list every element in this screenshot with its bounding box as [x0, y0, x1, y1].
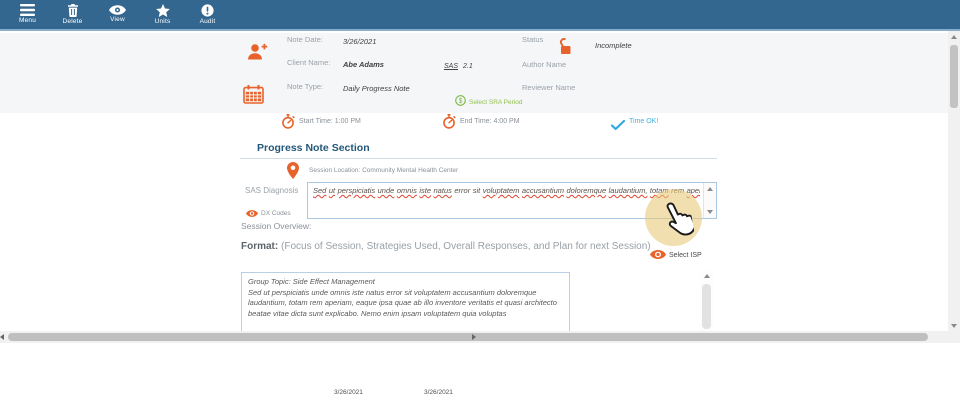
- select-isp-button[interactable]: Select ISP: [650, 246, 702, 264]
- scroll-right-icon[interactable]: [472, 334, 476, 340]
- select-sra-label: Select SRA Period: [469, 99, 522, 106]
- end-time-value[interactable]: End Time: 4:00 PM: [460, 118, 520, 125]
- dollar-circle-icon: $: [455, 93, 466, 111]
- session-location-value[interactable]: Session Location: Community Mental Healt…: [309, 167, 458, 174]
- units-button[interactable]: Units: [140, 0, 185, 29]
- vertical-scrollbar-thumb[interactable]: [950, 45, 958, 108]
- status-value: Incomplete: [595, 41, 632, 50]
- eye-icon: [246, 204, 258, 222]
- audit-button[interactable]: Audit: [185, 0, 230, 29]
- check-icon: [611, 117, 625, 135]
- author-name-label: Author Name: [522, 60, 566, 69]
- menu-label: Menu: [19, 18, 36, 25]
- session-overview-label: Session Overview:: [241, 221, 311, 231]
- progress-note-textarea[interactable]: Group Topic: Side Effect Management Sed …: [241, 272, 570, 334]
- horizontal-scrollbar-thumb[interactable]: [8, 333, 928, 341]
- scrollbar-thumb[interactable]: [702, 284, 711, 329]
- note-body-text: Sed ut perspiciatis unde omnis iste natu…: [248, 288, 563, 320]
- delete-button[interactable]: Delete: [50, 0, 95, 29]
- view-label: View: [110, 17, 125, 24]
- stopwatch-icon: [281, 114, 295, 134]
- note-panel-scrollbar[interactable]: [700, 271, 713, 331]
- client-name-label: Client Name:: [287, 58, 330, 67]
- units-label: Units: [155, 19, 171, 26]
- time-ok-status: Time OK!: [629, 118, 658, 125]
- sas-version-value: 2.1: [463, 63, 473, 70]
- location-pin-icon: [287, 162, 299, 184]
- status-label: Status: [522, 35, 543, 44]
- sas-label: SAS: [444, 63, 458, 70]
- select-sra-button[interactable]: $ Select SRA Period: [455, 93, 522, 111]
- client-name-value[interactable]: Abe Adams: [343, 60, 384, 69]
- sas-diagnosis-label: SAS Diagnosis: [245, 186, 298, 195]
- note-type-value[interactable]: Daily Progress Note: [343, 84, 410, 93]
- audit-label: Audit: [200, 19, 216, 26]
- format-label: Format:: [241, 241, 278, 252]
- footer-date-right: 3/26/2021: [424, 389, 453, 396]
- client-add-icon: [247, 42, 268, 67]
- scroll-down-icon[interactable]: [707, 210, 713, 214]
- view-button[interactable]: View: [95, 0, 140, 29]
- footer-date-left: 3/26/2021: [334, 389, 363, 396]
- delete-label: Delete: [63, 19, 83, 26]
- dx-codes-button[interactable]: DX Codes: [246, 204, 291, 222]
- select-isp-label: Select ISP: [669, 252, 702, 259]
- sas-diagnosis-text: Sedutperspiciatisundeomnisistenatuserror…: [313, 185, 700, 216]
- section-divider: [240, 158, 717, 159]
- audit-icon: [201, 4, 214, 17]
- trash-icon: [67, 4, 79, 17]
- svg-text:$: $: [459, 98, 463, 105]
- horizontal-scrollbar[interactable]: [0, 331, 948, 343]
- unlock-icon[interactable]: [556, 38, 572, 60]
- format-hint-block: Format: (Focus of Session, Strategies Us…: [241, 241, 665, 253]
- stopwatch-icon: [442, 114, 456, 134]
- note-date-value[interactable]: 3/26/2021: [343, 37, 376, 46]
- group-topic-line: Group Topic: Side Effect Management: [248, 277, 563, 288]
- menu-button[interactable]: Menu: [5, 0, 50, 29]
- start-time-value[interactable]: Start Time: 1:00 PM: [299, 118, 361, 125]
- scroll-left-icon[interactable]: [0, 334, 4, 340]
- toolbar: Menu Delete View Units Audit: [0, 0, 960, 31]
- sas-diagnosis-textarea[interactable]: Sedutperspiciatisundeomnisistenatuserror…: [307, 182, 717, 219]
- section-title: Progress Note Section: [257, 142, 370, 154]
- note-date-label: Note Date:: [287, 35, 323, 44]
- scroll-up-button[interactable]: [948, 31, 960, 43]
- sas-diagnosis-scrollbar[interactable]: [703, 183, 716, 218]
- progress-note-app: Menu Delete View Units Audit: [0, 0, 960, 410]
- calendar-icon: [243, 85, 264, 109]
- menu-icon: [20, 4, 35, 16]
- scrollbar-corner: [948, 331, 960, 343]
- note-type-label: Note Type:: [287, 82, 323, 91]
- reviewer-name-label: Reviewer Name: [522, 83, 575, 92]
- scroll-up-icon[interactable]: [704, 274, 710, 278]
- vertical-scrollbar[interactable]: [948, 31, 960, 332]
- eye-icon: [650, 246, 666, 264]
- star-icon: [156, 4, 170, 17]
- scroll-up-icon[interactable]: [707, 187, 713, 191]
- format-hint-text: (Focus of Session, Strategies Used, Over…: [278, 241, 650, 252]
- eye-icon: [109, 5, 126, 15]
- dx-codes-label: DX Codes: [261, 210, 291, 217]
